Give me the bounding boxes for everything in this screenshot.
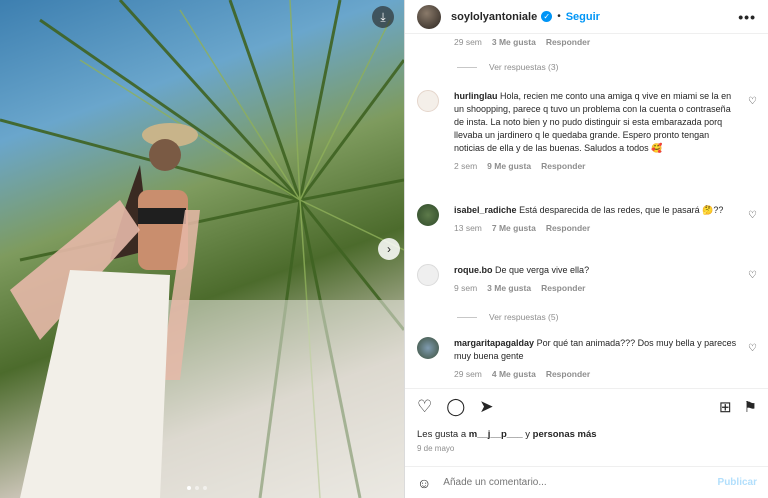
- comment-time: 13 sem: [454, 223, 482, 233]
- comment-meta: 29 sem 4 Me gusta Responder: [454, 369, 739, 379]
- reply-button[interactable]: Responder: [541, 161, 585, 171]
- comment-username[interactable]: margaritapagalday: [454, 338, 534, 348]
- carousel-dots: [187, 486, 207, 490]
- comment-likes[interactable]: 3 Me gusta: [487, 283, 531, 293]
- comment-likes[interactable]: 3 Me gusta: [492, 37, 536, 47]
- separator-dot: •: [557, 11, 561, 22]
- share-icon[interactable]: ➤: [479, 397, 493, 417]
- comment-item: roque.bo De que verga vive ella? 9 sem 3…: [417, 264, 757, 293]
- emoji-icon[interactable]: ☺: [417, 475, 431, 491]
- verified-badge-icon: ✓: [541, 11, 553, 22]
- carousel-dot: [187, 486, 191, 490]
- comment-time: 29 sem: [454, 369, 482, 379]
- comment-text: hurlinglau Hola, recien me conto una ami…: [454, 90, 739, 155]
- post-actions: ♡ ◯ ➤ ⊞ ⚑ Les gusta a m__j__p___ y perso…: [405, 388, 768, 461]
- carousel-dot: [195, 486, 199, 490]
- comment-username[interactable]: roque.bo: [454, 265, 493, 275]
- post-header: soylolyantoniale ✓ • Seguir •••: [405, 0, 768, 34]
- likes-others-link[interactable]: personas más: [533, 429, 597, 440]
- heart-icon[interactable]: ♡: [748, 96, 757, 107]
- comment-text: roque.bo De que verga vive ella?: [454, 264, 739, 277]
- more-options-icon[interactable]: •••: [738, 9, 756, 25]
- heart-icon[interactable]: ♡: [417, 397, 432, 417]
- comment-likes[interactable]: 4 Me gusta: [492, 369, 536, 379]
- post-side-panel: soylolyantoniale ✓ • Seguir ••• 29 sem 3…: [404, 0, 768, 498]
- heart-icon[interactable]: ♡: [748, 343, 757, 354]
- comment-input[interactable]: [443, 477, 674, 488]
- likes-suffix: y: [525, 429, 531, 440]
- comments-list: 29 sem 3 Me gusta Responder Ver respuest…: [405, 34, 768, 386]
- likes-user-link[interactable]: m__j__p___: [469, 429, 523, 440]
- follow-button[interactable]: Seguir: [566, 11, 600, 23]
- author-username[interactable]: soylolyantoniale: [451, 11, 537, 23]
- comment-username[interactable]: hurlinglau: [454, 91, 498, 101]
- reply-button[interactable]: Responder: [541, 283, 585, 293]
- likes-summary: Les gusta a m__j__p___ y personas más: [417, 429, 757, 440]
- view-replies-button[interactable]: Ver respuestas (3): [457, 62, 558, 72]
- add-to-collection-icon[interactable]: ⊞: [719, 398, 732, 416]
- comment-icon[interactable]: ◯: [446, 397, 465, 417]
- comment-text: margaritapagalday Por qué tan animada???…: [454, 337, 739, 363]
- avatar[interactable]: [417, 264, 439, 286]
- action-icons-right: ⊞ ⚑: [719, 398, 757, 416]
- comment-body: De que verga vive ella?: [495, 265, 590, 275]
- reply-button[interactable]: Responder: [546, 369, 590, 379]
- avatar[interactable]: [417, 90, 439, 112]
- avatar[interactable]: [417, 4, 441, 29]
- comment-username[interactable]: isabel_radiche: [454, 205, 517, 215]
- comment-meta: 29 sem 3 Me gusta Responder: [454, 37, 590, 47]
- publish-button[interactable]: Publicar: [718, 477, 757, 488]
- palm-fronds-illustration: [0, 0, 404, 498]
- comment-text: isabel_radiche Está desparecida de las r…: [454, 204, 739, 217]
- heart-icon[interactable]: ♡: [748, 270, 757, 281]
- comment-meta: 13 sem 7 Me gusta Responder: [454, 223, 739, 233]
- post-photo: ⤓ ›: [0, 0, 404, 498]
- comment-item: margaritapagalday Por qué tan animada???…: [417, 337, 757, 379]
- comment-likes[interactable]: 9 Me gusta: [487, 161, 531, 171]
- chevron-right-icon[interactable]: ›: [378, 238, 400, 260]
- reply-button[interactable]: Responder: [546, 37, 590, 47]
- comment-item: hurlinglau Hola, recien me conto una ami…: [417, 90, 757, 171]
- heart-icon[interactable]: ♡: [748, 210, 757, 221]
- comment-meta: 9 sem 3 Me gusta Responder: [454, 283, 739, 293]
- comment-likes[interactable]: 7 Me gusta: [492, 223, 536, 233]
- avatar[interactable]: [417, 337, 439, 359]
- carousel-dot: [203, 486, 207, 490]
- post-date[interactable]: 9 de mayo: [417, 444, 757, 453]
- bookmark-icon[interactable]: ⚑: [744, 398, 757, 416]
- download-icon[interactable]: ⤓: [372, 6, 394, 28]
- comment-body: Está desparecida de las redes, que le pa…: [519, 205, 724, 215]
- comment-item: isabel_radiche Está desparecida de las r…: [417, 204, 757, 233]
- comment-time: 29 sem: [454, 37, 482, 47]
- comment-time: 9 sem: [454, 283, 478, 293]
- likes-prefix: Les gusta a: [417, 429, 467, 440]
- add-comment-bar: ☺ Publicar: [405, 466, 768, 498]
- action-icons: ♡ ◯ ➤ ⊞ ⚑: [417, 397, 757, 417]
- avatar[interactable]: [417, 204, 439, 226]
- reply-button[interactable]: Responder: [546, 223, 590, 233]
- comment-meta: 2 sem 9 Me gusta Responder: [454, 161, 739, 171]
- comment-time: 2 sem: [454, 161, 478, 171]
- view-replies-button[interactable]: Ver respuestas (5): [457, 312, 558, 322]
